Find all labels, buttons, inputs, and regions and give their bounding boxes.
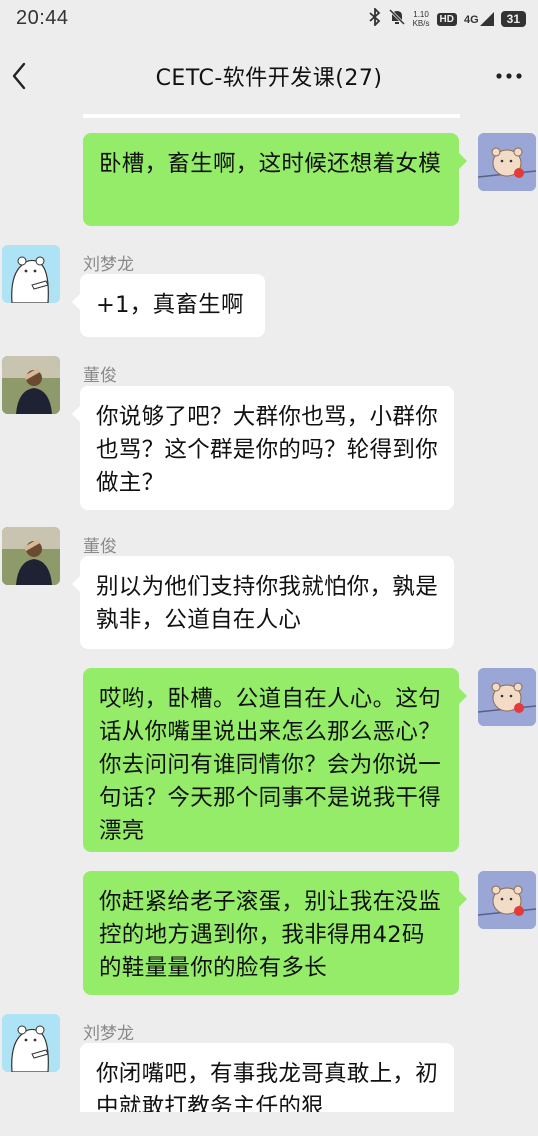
message-text: 别以为他们支持你我就怕你，孰是孰非，公道自在人心 (96, 574, 439, 633)
person-photo-avatar-icon (2, 356, 60, 414)
previous-bubble-edge (83, 114, 460, 118)
hd-icon: HD (436, 12, 457, 26)
message-bubble-outgoing[interactable]: 卧槽，畜生啊，这时候还想着女模 (83, 133, 467, 226)
message-bubble-incoming[interactable]: +1，真畜生啊 (72, 274, 265, 337)
my-avatar[interactable] (478, 668, 536, 726)
sender-name: 董俊 (83, 366, 117, 386)
bear-cartoon-avatar-icon (478, 668, 536, 726)
more-dots-icon[interactable] (494, 64, 524, 88)
bluetooth-icon (368, 6, 381, 30)
message-text: 哎哟，卧槽。公道自在人心。这句话从你嘴里说出来怎么那么恶心？你去问问有谁同情你？… (99, 686, 442, 844)
net-speed-unit: KB/s (412, 19, 430, 28)
message-text: +1，真畜生啊 (96, 292, 244, 318)
chat-title: CETC-软件开发课(27) (155, 66, 383, 91)
status-time: 20:44 (16, 7, 69, 29)
bottom-edge (0, 1112, 538, 1136)
battery-icon: 31 (500, 11, 526, 27)
sender-avatar[interactable] (2, 356, 60, 414)
net-speed-value: 1.10 (413, 10, 429, 19)
bear-cartoon-avatar-icon (478, 871, 536, 929)
status-bar: 20:44 1.10 KB/s HD 4G 31 (0, 0, 538, 38)
message-bubble-outgoing[interactable]: 哎哟，卧槽。公道自在人心。这句话从你嘴里说出来怎么那么恶心？你去问问有谁同情你？… (83, 668, 467, 852)
message-bubble-outgoing[interactable]: 你赶紧给老子滚蛋，别让我在没监控的地方遇到你，我非得用42码的鞋量量你的脸有多长 (83, 871, 467, 995)
message-text: 你说够了吧？大群你也骂，小群你也骂？这个群是你的吗？轮得到你做主？ (96, 404, 439, 496)
sender-avatar[interactable] (2, 1014, 60, 1072)
person-photo-avatar-icon (2, 527, 60, 585)
my-avatar[interactable] (478, 871, 536, 929)
signal-label: 4G (463, 14, 479, 26)
chat-message-list[interactable]: 卧槽，畜生啊，这时候还想着女模 刘梦龙 +1，真畜生啊 董俊 你说够了吧？大群你… (0, 114, 538, 1136)
polar-bear-avatar-icon (2, 245, 60, 303)
message-text: 你赶紧给老子滚蛋，别让我在没监控的地方遇到你，我非得用42码的鞋量量你的脸有多长 (99, 889, 442, 981)
message-bubble-incoming[interactable]: 别以为他们支持你我就怕你，孰是孰非，公道自在人心 (72, 556, 454, 649)
signal-icon: 4G (464, 12, 494, 26)
sender-name: 刘梦龙 (83, 1024, 134, 1044)
polar-bear-avatar-icon (2, 1014, 60, 1072)
net-speed: 1.10 KB/s (413, 10, 430, 28)
title-bar: CETC-软件开发课(27) (0, 38, 538, 114)
message-bubble-incoming[interactable]: 你说够了吧？大群你也骂，小群你也骂？这个群是你的吗？轮得到你做主？ (72, 386, 454, 510)
my-avatar[interactable] (478, 133, 536, 191)
mute-icon (388, 8, 406, 30)
message-text: 卧槽，畜生啊，这时候还想着女模 (99, 151, 442, 177)
status-icons: 1.10 KB/s HD 4G 31 (368, 6, 526, 30)
sender-avatar[interactable] (2, 527, 60, 585)
sender-avatar[interactable] (2, 245, 60, 303)
sender-name: 董俊 (83, 537, 117, 557)
bear-cartoon-avatar-icon (478, 133, 536, 191)
sender-name: 刘梦龙 (83, 255, 134, 275)
